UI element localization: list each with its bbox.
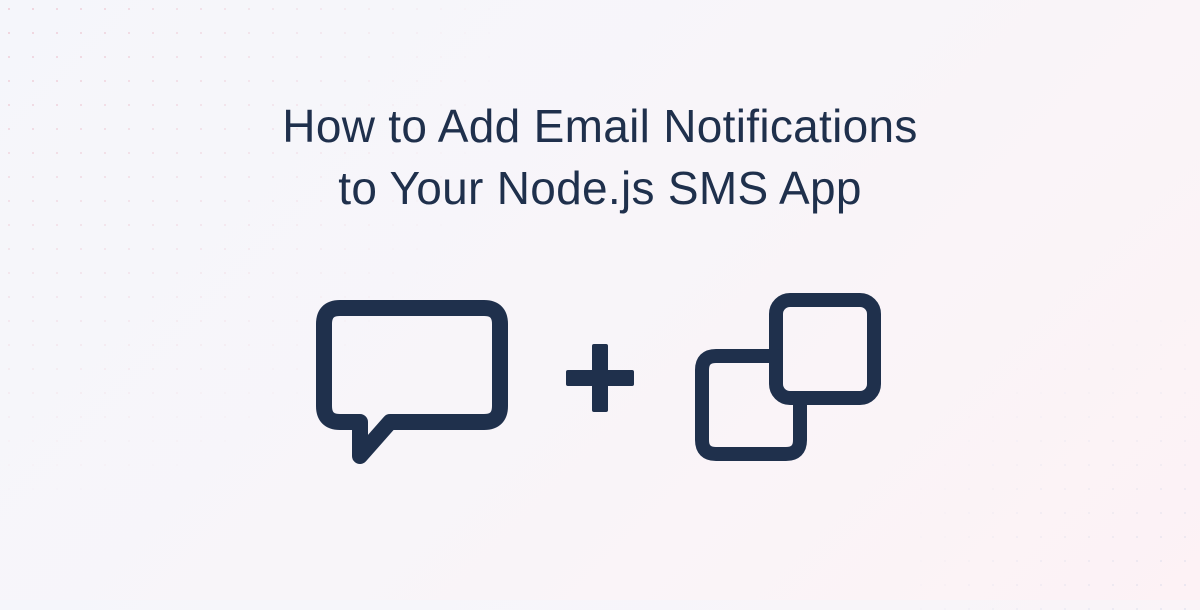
title-line-2: to Your Node.js SMS App [338, 162, 861, 214]
page-title: How to Add Email Notifications to Your N… [0, 95, 1200, 219]
title-container: How to Add Email Notifications to Your N… [0, 95, 1200, 219]
plus-icon [560, 338, 640, 418]
overlapping-squares-icon [688, 288, 888, 468]
title-line-1: How to Add Email Notifications [282, 100, 917, 152]
icons-row [0, 288, 1200, 468]
chat-bubble-icon [312, 288, 512, 468]
